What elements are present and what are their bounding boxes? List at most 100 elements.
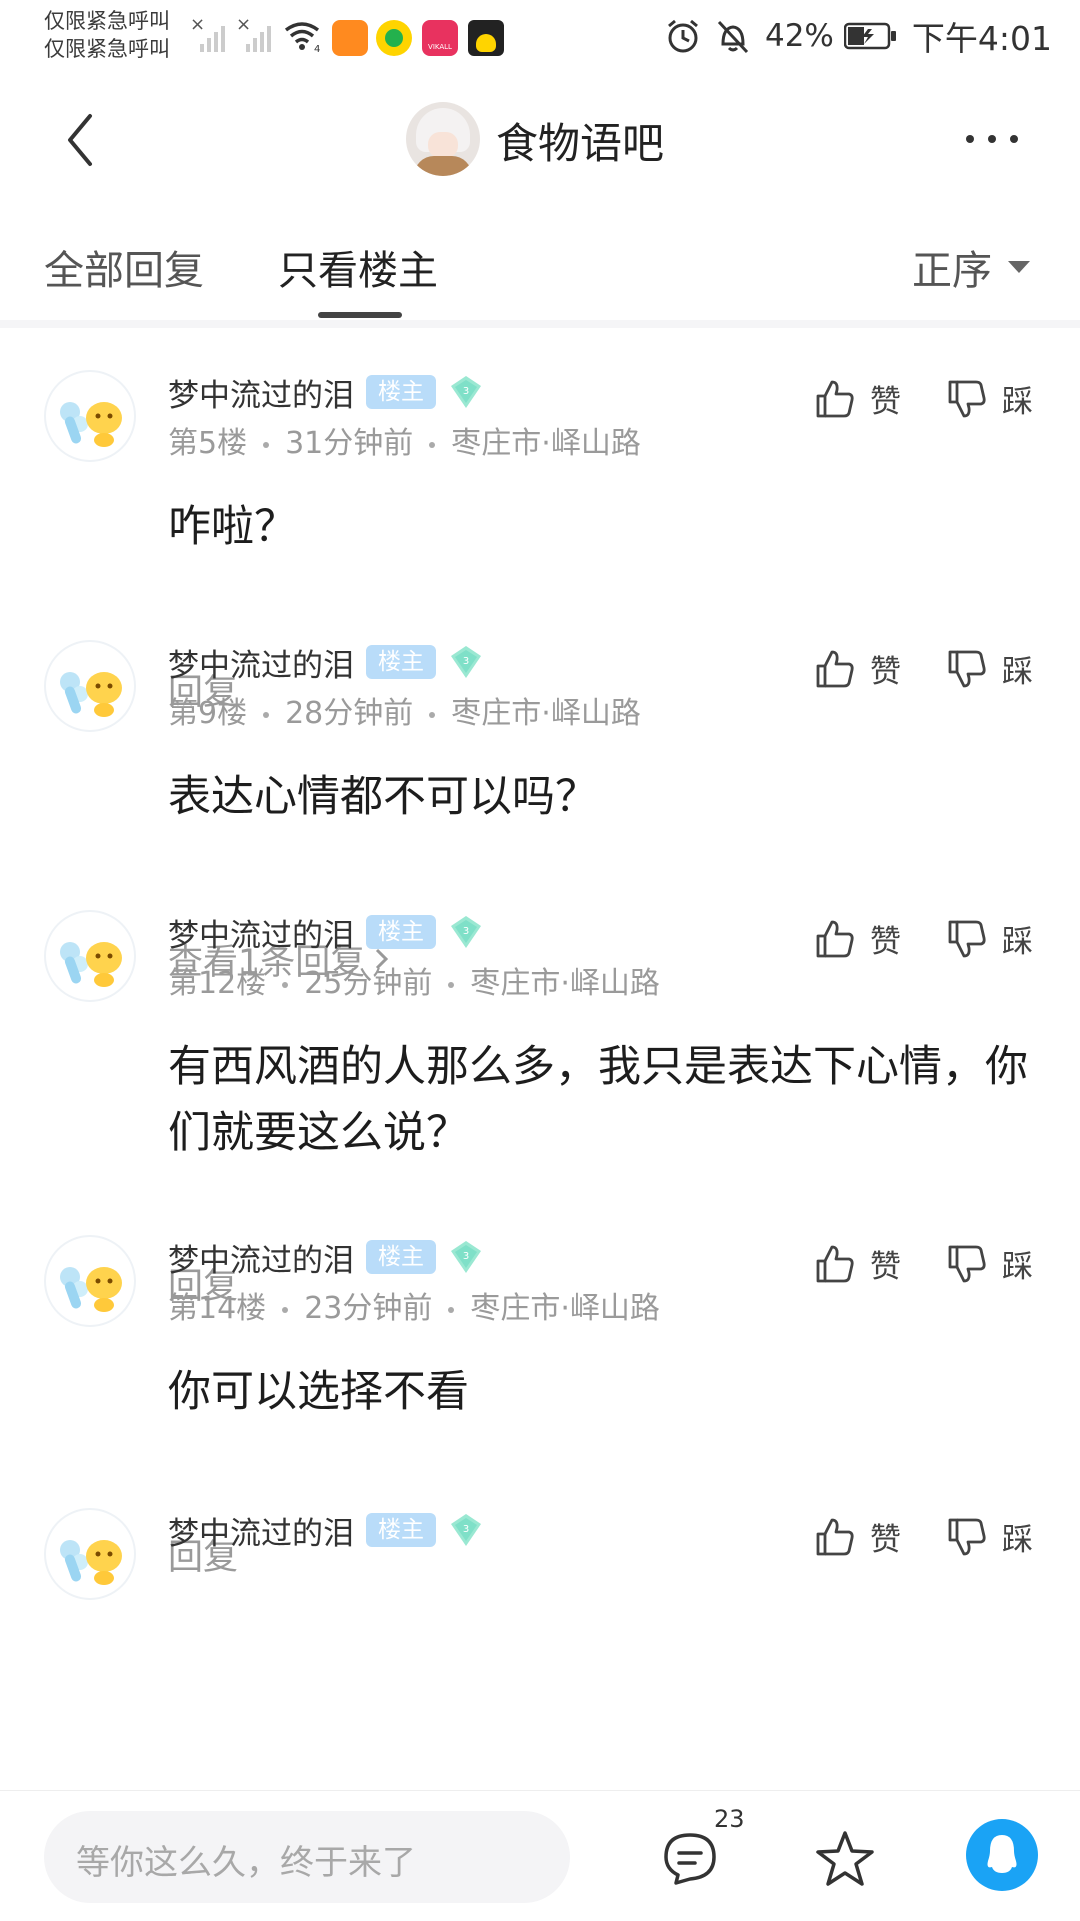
status-bar: 仅限紧急呼叫 仅限紧急呼叫 × × 4 VIKALL 42% 下午4:01 bbox=[0, 0, 1080, 72]
dislike-button[interactable]: 踩 bbox=[946, 646, 1033, 691]
wifi-icon: 4 bbox=[284, 22, 320, 54]
battery-charging-icon bbox=[843, 22, 896, 50]
like-label: 赞 bbox=[870, 654, 901, 690]
like-button[interactable]: 赞 bbox=[814, 916, 901, 961]
qq-icon bbox=[987, 1835, 1017, 1873]
chevron-down-icon bbox=[1008, 261, 1030, 273]
like-button[interactable]: 赞 bbox=[814, 1514, 901, 1559]
username[interactable]: 梦中流过的泪 bbox=[168, 1508, 354, 1553]
user-avatar[interactable] bbox=[44, 640, 136, 732]
dislike-button[interactable]: 踩 bbox=[946, 376, 1033, 421]
uc-browser-icon bbox=[332, 20, 368, 56]
svg-text:3: 3 bbox=[463, 1251, 469, 1262]
thumbs-down-icon bbox=[948, 920, 986, 957]
post-time: 23分钟前 bbox=[304, 1291, 433, 1326]
reply-content: 你可以选择不看 bbox=[168, 1367, 469, 1417]
sort-label: 正序 bbox=[912, 248, 992, 294]
dislike-label: 踩 bbox=[1002, 924, 1033, 960]
svg-text:3: 3 bbox=[463, 656, 469, 667]
level-badge-icon: 3 bbox=[451, 376, 481, 408]
svg-text:3: 3 bbox=[463, 1524, 469, 1535]
tab-all-replies[interactable]: 全部回复 bbox=[44, 238, 204, 296]
post-location: 枣庄市·峄山路 bbox=[470, 1291, 660, 1326]
user-avatar[interactable] bbox=[44, 910, 136, 1002]
reply-meta: 第9楼 28分钟前 枣庄市·峄山路 bbox=[168, 688, 641, 732]
username[interactable]: 梦中流过的泪 bbox=[168, 910, 354, 955]
dislike-button[interactable]: 踩 bbox=[946, 1241, 1033, 1286]
signal-no-sim-icon-2: × bbox=[236, 16, 271, 52]
svg-text:3: 3 bbox=[463, 386, 469, 397]
dislike-label: 踩 bbox=[1002, 384, 1033, 420]
forum-title[interactable]: 食物语吧 bbox=[496, 110, 664, 171]
user-avatar[interactable] bbox=[44, 1235, 136, 1327]
comment-count: 23 bbox=[714, 1805, 745, 1833]
thumbs-up-icon bbox=[816, 1245, 854, 1282]
dislike-label: 踩 bbox=[1002, 1522, 1033, 1558]
user-avatar[interactable] bbox=[44, 370, 136, 462]
carrier-text-2: 仅限紧急呼叫 bbox=[44, 37, 170, 61]
post-location: 枣庄市·峄山路 bbox=[451, 426, 641, 461]
filter-tabs: 全部回复 只看楼主 正序 bbox=[0, 212, 1080, 321]
mute-bell-icon bbox=[717, 20, 749, 54]
bottom-bar: 等你这么久，终于来了 23 bbox=[0, 1790, 1080, 1921]
op-badge: 楼主 bbox=[366, 1240, 436, 1274]
reply-content: 咋啦？ bbox=[168, 502, 297, 552]
thumbs-up-icon bbox=[816, 380, 854, 417]
thumbs-up-icon bbox=[816, 650, 854, 687]
username-row: 梦中流过的泪 楼主 3 bbox=[168, 1508, 484, 1552]
like-label: 赞 bbox=[870, 924, 901, 960]
post-location: 枣庄市·峄山路 bbox=[451, 696, 641, 731]
dislike-label: 踩 bbox=[1002, 1249, 1033, 1285]
username-row: 梦中流过的泪 楼主 3 bbox=[168, 640, 484, 684]
user-avatar[interactable] bbox=[44, 1508, 136, 1600]
signal-no-sim-icon-1: × bbox=[190, 16, 225, 52]
floor-number: 第5楼 bbox=[168, 426, 248, 461]
username[interactable]: 梦中流过的泪 bbox=[168, 640, 354, 685]
comment-icon[interactable] bbox=[662, 1831, 718, 1887]
floor-number: 第9楼 bbox=[168, 696, 248, 731]
comment-input[interactable]: 等你这么久，终于来了 bbox=[44, 1811, 570, 1903]
carrier-text-1: 仅限紧急呼叫 bbox=[44, 9, 170, 33]
post-location: 枣庄市·峄山路 bbox=[470, 966, 660, 1001]
op-badge: 楼主 bbox=[366, 645, 436, 679]
sort-dropdown[interactable]: 正序 bbox=[912, 238, 1030, 296]
more-options-icon[interactable] bbox=[962, 124, 1022, 154]
forum-avatar[interactable] bbox=[406, 102, 480, 176]
dislike-button[interactable]: 踩 bbox=[946, 1514, 1033, 1559]
favorite-star-icon[interactable] bbox=[814, 1829, 876, 1889]
alarm-icon bbox=[668, 19, 698, 53]
tab-only-op[interactable]: 只看楼主 bbox=[278, 238, 438, 296]
thumbs-down-icon bbox=[948, 1245, 986, 1282]
like-label: 赞 bbox=[870, 1249, 901, 1285]
like-button[interactable]: 赞 bbox=[814, 646, 901, 691]
like-button[interactable]: 赞 bbox=[814, 1241, 901, 1286]
op-badge: 楼主 bbox=[366, 1513, 436, 1547]
level-badge-icon: 3 bbox=[451, 646, 481, 678]
like-button[interactable]: 赞 bbox=[814, 376, 901, 421]
reply-meta: 第12楼 25分钟前 枣庄市·峄山路 bbox=[168, 958, 660, 1002]
share-button[interactable] bbox=[966, 1819, 1038, 1891]
qq-music-icon bbox=[376, 20, 412, 56]
battery-percent: 42% bbox=[764, 18, 834, 54]
reply-meta: 第5楼 31分钟前 枣庄市·峄山路 bbox=[168, 418, 641, 462]
level-badge-icon: 3 bbox=[451, 1241, 481, 1273]
top-nav-bar: 食物语吧 bbox=[0, 72, 1080, 212]
username-row: 梦中流过的泪 楼主 3 bbox=[168, 370, 484, 414]
like-label: 赞 bbox=[870, 1522, 901, 1558]
thumbs-down-icon bbox=[948, 380, 986, 417]
username-row: 梦中流过的泪 楼主 3 bbox=[168, 910, 484, 954]
thumbs-up-icon bbox=[816, 1518, 854, 1555]
divider bbox=[0, 320, 1080, 328]
username[interactable]: 梦中流过的泪 bbox=[168, 370, 354, 415]
comment-input-placeholder: 等你这么久，终于来了 bbox=[76, 1843, 416, 1883]
svg-text:4: 4 bbox=[314, 44, 320, 54]
op-badge: 楼主 bbox=[366, 375, 436, 409]
dislike-button[interactable]: 踩 bbox=[946, 916, 1033, 961]
thumbs-up-icon bbox=[816, 920, 854, 957]
username[interactable]: 梦中流过的泪 bbox=[168, 1235, 354, 1280]
svg-text:×: × bbox=[190, 16, 205, 35]
back-arrow-icon[interactable] bbox=[60, 108, 104, 172]
status-right: 42% 下午4:01 bbox=[663, 14, 1052, 58]
op-badge: 楼主 bbox=[366, 915, 436, 949]
reply-content: 表达心情都不可以吗？ bbox=[168, 772, 598, 822]
